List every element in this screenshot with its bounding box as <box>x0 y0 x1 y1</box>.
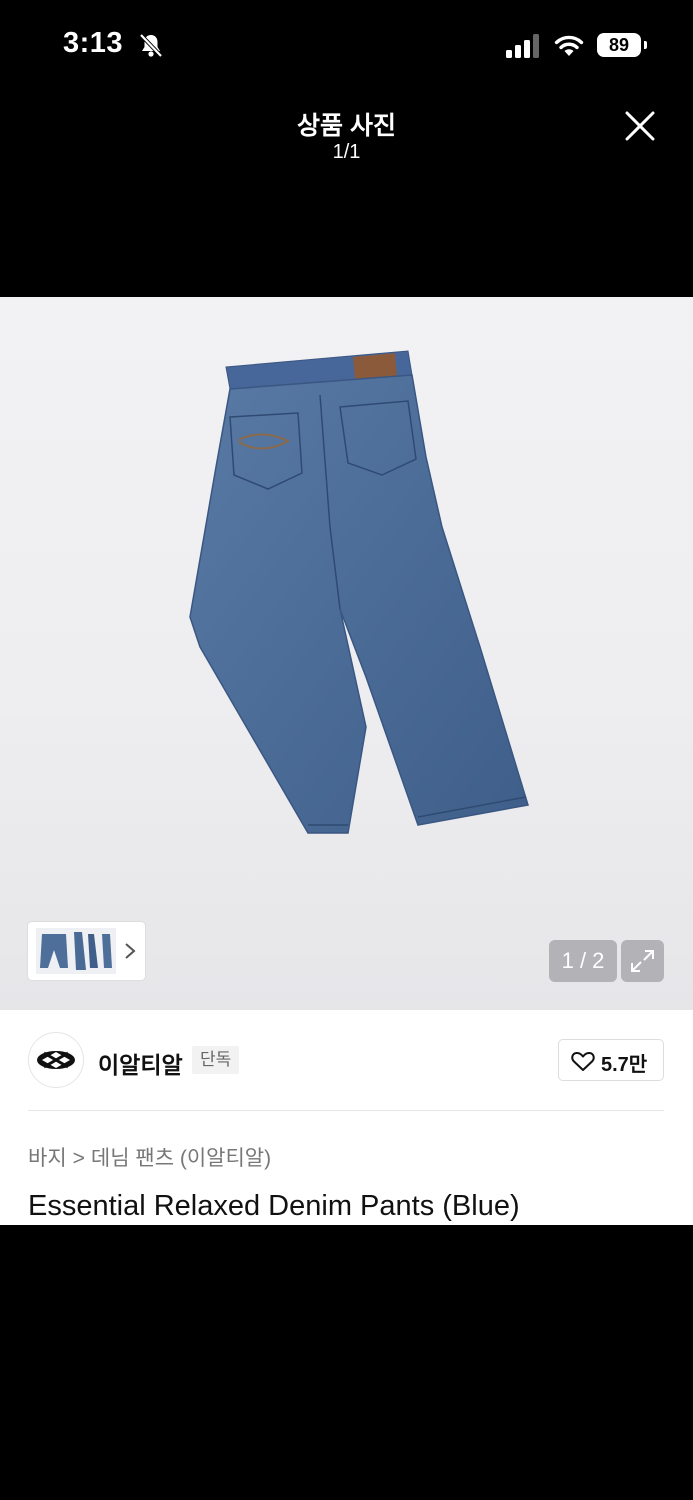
expand-button[interactable] <box>621 940 664 982</box>
like-button[interactable]: 5.7만 <box>558 1039 664 1081</box>
thumbnail-strip[interactable] <box>28 922 145 980</box>
denim-pants-image <box>189 350 529 834</box>
heart-icon <box>571 1051 595 1071</box>
exclusive-badge: 단독 <box>192 1046 240 1074</box>
like-count: 5.7만 <box>601 1054 648 1076</box>
thumbnail-images <box>36 928 116 974</box>
product-image[interactable]: 1 / 2 <box>0 297 693 1010</box>
battery-icon: 89 <box>597 33 647 57</box>
signal-icon <box>506 34 539 58</box>
battery-level: 89 <box>597 33 641 57</box>
image-page-indicator: 1 / 2 <box>549 940 617 982</box>
divider <box>28 1110 664 1111</box>
brand-name[interactable]: 이알티알 <box>98 1046 183 1080</box>
status-time: 3:13 <box>63 27 124 59</box>
wifi-icon <box>554 35 584 56</box>
status-bar: 3:13 89 <box>0 0 693 92</box>
product-title: Essential Relaxed Denim Pants (Blue) <box>28 1190 520 1222</box>
chevron-right-icon <box>125 943 136 959</box>
breadcrumb-subcategory[interactable]: 데님 팬츠 (이알티알) <box>91 1147 271 1170</box>
page-title: 상품 사진 <box>297 112 396 140</box>
breadcrumb-separator: > <box>72 1147 85 1170</box>
photo-counter: 1/1 <box>332 141 361 163</box>
bell-slash-icon <box>139 33 163 58</box>
product-info-panel: 이알티알 단독 5.7만 바지 > 데님 팬츠 (이알티알) Essential R… <box>0 1010 693 1225</box>
breadcrumb: 바지 > 데님 팬츠 (이알티알) <box>28 1142 271 1172</box>
breadcrumb-category[interactable]: 바지 <box>28 1147 67 1170</box>
brand-logo-icon <box>37 1051 75 1069</box>
expand-icon <box>631 950 654 972</box>
brand-logo[interactable] <box>28 1032 84 1088</box>
close-icon[interactable] <box>624 110 656 142</box>
